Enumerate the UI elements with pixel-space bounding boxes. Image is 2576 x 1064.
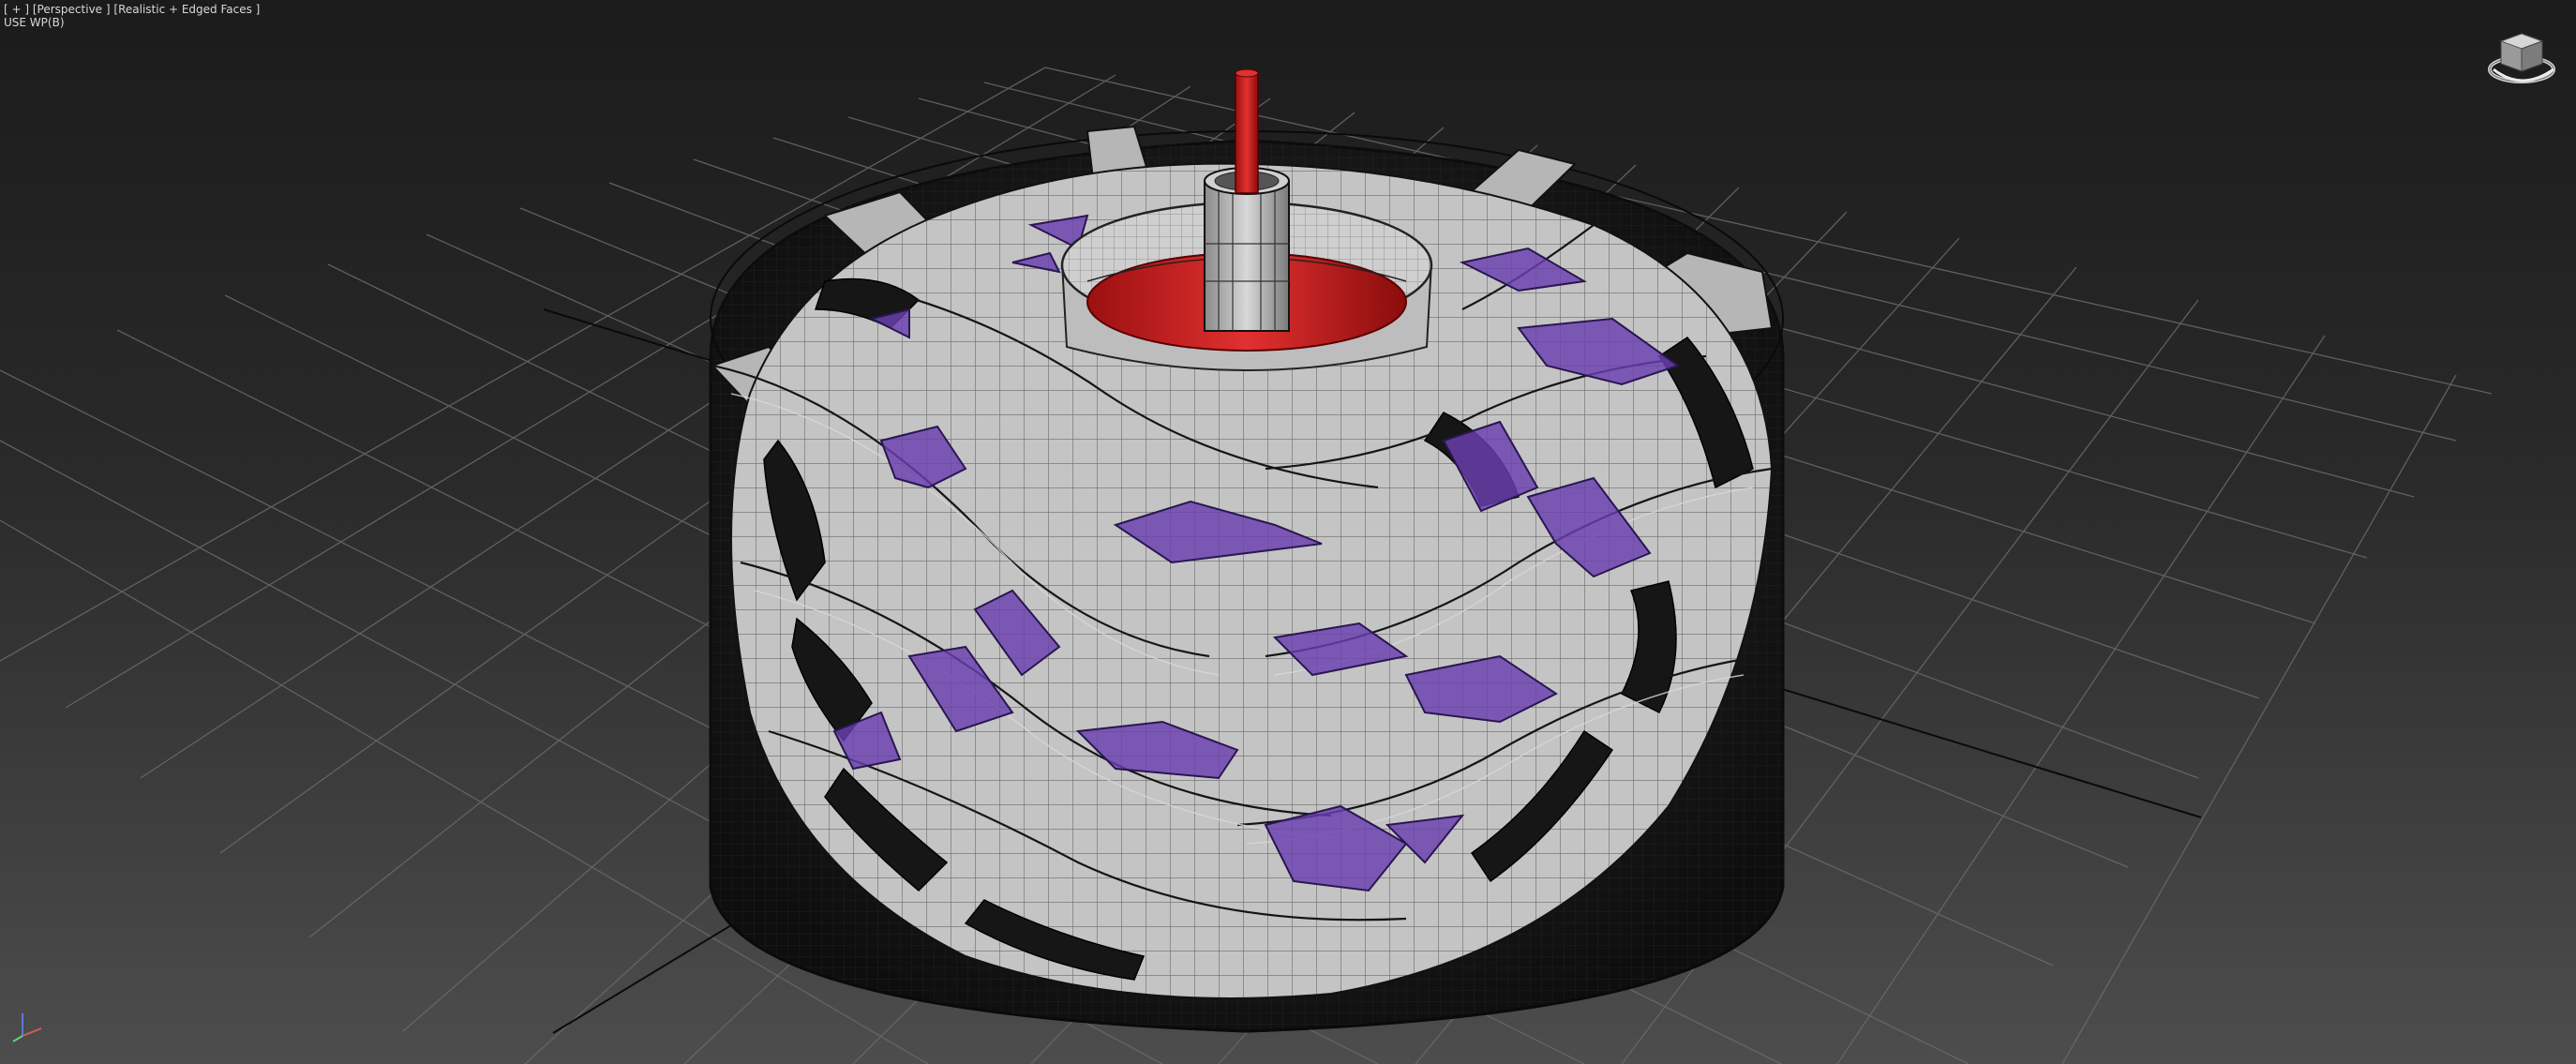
viewport-point-of-view-label[interactable]: [Perspective ] — [33, 3, 111, 16]
viewport-shading-label[interactable]: [Realistic + Edged Faces ] — [113, 3, 260, 16]
viewport-label-menu: [ + ] [Perspective ] [Realistic + Edged … — [4, 3, 260, 16]
axis-tripod-icon — [9, 1008, 47, 1045]
drive-shaft[interactable] — [1204, 68, 1290, 332]
viewport-menu-button[interactable]: [ + ] — [4, 3, 29, 16]
viewport-status-text: USE WP(B) — [4, 16, 65, 29]
viewcube-icon[interactable] — [2486, 26, 2561, 92]
viewport-scene[interactable] — [0, 0, 2576, 1064]
perspective-viewport[interactable]: [ + ] [Perspective ] [Realistic + Edged … — [0, 0, 2576, 1064]
